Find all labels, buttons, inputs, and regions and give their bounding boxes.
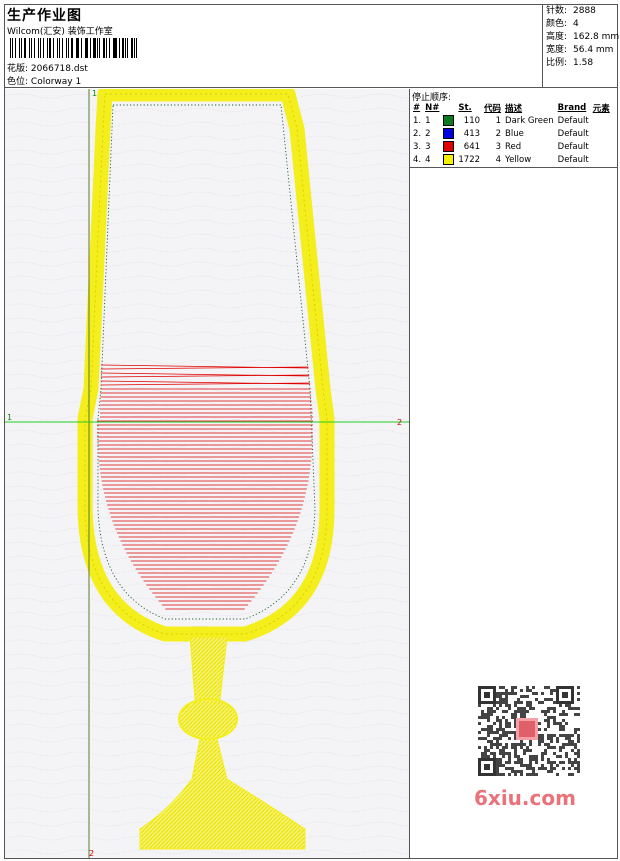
colorway-value: Colorway 1 bbox=[30, 77, 82, 87]
panel-separator bbox=[410, 167, 617, 168]
element-cell bbox=[591, 140, 612, 153]
color-swatch bbox=[443, 128, 455, 139]
color-swatch bbox=[443, 141, 455, 152]
glass-stem bbox=[189, 636, 228, 700]
code-cell: 4 bbox=[495, 154, 502, 165]
stitches-cell: 641 bbox=[463, 141, 481, 152]
stitches-cell: 1722 bbox=[458, 154, 481, 165]
color-table-header: # N# St. 代码 描述 Brand 元素 bbox=[411, 102, 612, 114]
col-stitches: St. bbox=[458, 103, 472, 113]
color-row[interactable]: 2. 2 413 2 Blue Default bbox=[411, 127, 612, 140]
barcode bbox=[10, 38, 140, 58]
marker-v-bottom: 2 bbox=[89, 849, 94, 858]
swatch-cell bbox=[441, 114, 456, 127]
sheet-title: 生产作业图 bbox=[7, 8, 82, 24]
element-cell bbox=[591, 153, 612, 166]
desc-cell: Red bbox=[505, 141, 522, 152]
company-name: Wilcom(汇安) 装饰工作室 bbox=[7, 27, 113, 37]
index-cell: 4. bbox=[413, 154, 422, 165]
stitches-cell: 110 bbox=[463, 115, 481, 126]
n-cell: 4 bbox=[425, 154, 431, 165]
index-cell: 1. bbox=[413, 115, 422, 126]
code-cell: 2 bbox=[495, 128, 502, 139]
stat-height: 高度: 162.8 mm bbox=[546, 32, 620, 42]
desc-cell: Blue bbox=[505, 128, 524, 139]
marker-h-left: 1 bbox=[7, 413, 12, 422]
stitches-cell: 413 bbox=[463, 128, 481, 139]
watermark-site: 6xiu.com bbox=[474, 786, 576, 810]
element-cell bbox=[591, 114, 612, 127]
design-canvas[interactable]: 1 2 1 2 bbox=[5, 89, 409, 858]
brand-cell: Default bbox=[557, 154, 589, 165]
code-cell: 1 bbox=[495, 115, 502, 126]
stat-stitches: 针数: 2888 bbox=[546, 6, 596, 16]
index-cell: 2. bbox=[413, 128, 422, 139]
colorway-label: 色位: bbox=[7, 77, 29, 87]
brand-cell: Default bbox=[557, 141, 589, 152]
header: 生产作业图 Wilcom(汇安) 装饰工作室 花版: 2066718.dst 色… bbox=[4, 4, 620, 88]
col-code: 代码 bbox=[484, 104, 502, 114]
col-desc: 描述 bbox=[505, 104, 523, 114]
col-n: N# bbox=[425, 103, 440, 113]
n-cell: 3 bbox=[425, 141, 431, 152]
desc-cell: Dark Green bbox=[505, 115, 554, 126]
stats-panel: 针数: 2888 颜色: 4 高度: 162.8 mm 宽度: 56.4 mm 比例: 1… bbox=[542, 4, 620, 87]
stat-scale: 比例: 1.58 bbox=[546, 58, 594, 68]
design-line: 花版: 2066718.dst bbox=[7, 61, 88, 74]
swatch-cell bbox=[441, 153, 456, 166]
design-value: 2066718.dst bbox=[30, 64, 88, 74]
desc-cell: Yellow bbox=[505, 154, 532, 165]
col-index: # bbox=[413, 103, 421, 113]
col-swatch bbox=[441, 102, 456, 114]
swatch-cell bbox=[441, 140, 456, 153]
color-table: # N# St. 代码 描述 Brand 元素 1. 1 110 1 Dark Gree… bbox=[411, 102, 612, 166]
color-swatch bbox=[443, 154, 455, 165]
color-row[interactable]: 4. 4 1722 4 Yellow Default bbox=[411, 153, 612, 166]
embroidery-preview: 1 2 1 2 bbox=[5, 89, 409, 858]
col-brand: Brand bbox=[557, 103, 587, 113]
brand-cell: Default bbox=[557, 115, 589, 126]
color-row[interactable]: 1. 1 110 1 Dark Green Default bbox=[411, 114, 612, 127]
swatch-cell bbox=[441, 127, 456, 140]
design-label: 花版: bbox=[7, 64, 29, 74]
colorway-line: 色位: Colorway 1 bbox=[7, 74, 81, 87]
marker-h-right: 2 bbox=[397, 418, 402, 427]
color-swatch bbox=[443, 115, 455, 126]
color-row[interactable]: 3. 3 641 3 Red Default bbox=[411, 140, 612, 153]
n-cell: 2 bbox=[425, 128, 431, 139]
stat-colors: 颜色: 4 bbox=[546, 19, 579, 29]
marker-v-top: 1 bbox=[92, 89, 97, 98]
qr-watermark bbox=[470, 680, 582, 780]
brand-cell: Default bbox=[557, 128, 589, 139]
n-cell: 1 bbox=[425, 115, 431, 126]
stat-width: 宽度: 56.4 mm bbox=[546, 45, 614, 55]
index-cell: 3. bbox=[413, 141, 422, 152]
element-cell bbox=[591, 127, 612, 140]
glass-stem-knob bbox=[178, 698, 238, 740]
col-element: 元素 bbox=[592, 104, 610, 114]
code-cell: 3 bbox=[495, 141, 502, 152]
